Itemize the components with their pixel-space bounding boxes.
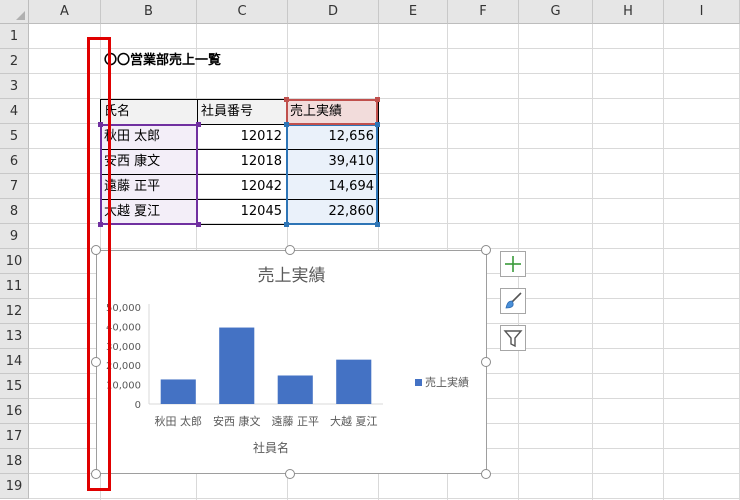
column-header-d[interactable]: D [288,0,379,24]
chart-resize-handle[interactable] [481,469,491,479]
row-header-8[interactable]: 8 [0,199,29,224]
row-header-9[interactable]: 9 [0,224,29,249]
y-tick-label: 10,000 [106,381,141,392]
column-header-h[interactable]: H [593,0,664,24]
select-all-corner[interactable] [0,0,29,24]
range-resize-handle[interactable] [375,122,380,127]
column-header-f[interactable]: F [448,0,519,24]
sheet-title: 〇〇営業部売上一覧 [104,53,222,68]
x-tick-label: 秋田 太郎 [155,414,203,428]
row-header-1[interactable]: 1 [0,24,29,49]
row-header-10[interactable]: 10 [0,249,29,274]
x-axis-title: 社員名 [253,440,289,455]
chart-styles-button[interactable] [500,288,526,314]
plus-icon [505,256,521,272]
gridline-horizontal [29,73,740,74]
row-header-12[interactable]: 12 [0,299,29,324]
range-resize-handle[interactable] [196,222,201,227]
row-header-18[interactable]: 18 [0,449,29,474]
range-resize-handle[interactable] [284,222,289,227]
range-resize-handle[interactable] [196,122,201,127]
x-tick-label: 大越 夏江 [330,414,378,428]
y-tick-label: 20,000 [106,361,141,372]
header-name[interactable]: 氏名 [101,100,198,125]
bar-4[interactable] [336,359,372,404]
row-header-7[interactable]: 7 [0,174,29,199]
cell-employee-id[interactable]: 12042 [198,175,287,200]
gridline-vertical [592,24,593,500]
row-header-15[interactable]: 15 [0,374,29,399]
row-header-3[interactable]: 3 [0,74,29,99]
range-resize-handle[interactable] [375,97,380,102]
range-highlight-sales [286,124,378,225]
bar-3[interactable] [277,375,313,404]
chart-plot-area[interactable]: 0 10,000 20,000 30,000 40,000 50,000 秋田 太郎 安西 康… [97,251,486,473]
row-header-2[interactable]: 2 [0,49,29,74]
row-header-5[interactable]: 5 [0,124,29,149]
range-resize-handle[interactable] [284,122,289,127]
row-header-16[interactable]: 16 [0,399,29,424]
chart-filters-button[interactable] [500,325,526,351]
x-tick-label: 遠藤 正平 [272,415,320,428]
filter-icon [503,330,523,348]
range-resize-handle[interactable] [375,222,380,227]
range-highlight-names [100,124,198,225]
gridline-horizontal [29,498,740,499]
range-highlight-series-name [286,99,378,125]
column-header-g[interactable]: G [519,0,593,24]
row-header-17[interactable]: 17 [0,424,29,449]
chart-object[interactable]: 売上実績 0 10,000 20,000 30,000 40,000 50,000 秋田 太… [96,250,487,474]
chart-resize-handle[interactable] [285,469,295,479]
header-employee-id[interactable]: 社員番号 [198,100,287,125]
brush-icon [505,292,522,309]
row-header-6[interactable]: 6 [0,149,29,174]
range-resize-handle[interactable] [284,97,289,102]
chart-resize-handle[interactable] [481,245,491,255]
column-header-i[interactable]: I [664,0,740,24]
row-header-13[interactable]: 13 [0,324,29,349]
y-tick-label: 40,000 [106,322,141,333]
gridline-horizontal [29,248,740,249]
gridline-vertical [663,24,664,500]
row-header-4[interactable]: 4 [0,99,29,124]
bar-1[interactable] [160,379,196,404]
y-tick-label: 0 [135,400,141,411]
column-header-a[interactable]: A [29,0,101,24]
chart-elements-button[interactable] [500,251,526,277]
cell-employee-id[interactable]: 12018 [198,150,287,175]
column-header-e[interactable]: E [379,0,448,24]
red-highlight-rectangle [87,37,111,491]
cell-employee-id[interactable]: 12045 [198,200,287,225]
y-tick-label: 50,000 [106,303,141,314]
x-tick-label: 安西 康文 [213,414,261,428]
column-header-c[interactable]: C [197,0,288,24]
cell-employee-id[interactable]: 12012 [198,125,287,150]
row-header-11[interactable]: 11 [0,274,29,299]
bar-2[interactable] [219,327,255,404]
legend-label: 売上実績 [425,375,469,389]
y-tick-label: 30,000 [106,342,141,353]
chart-resize-handle[interactable] [285,245,295,255]
legend-swatch [415,379,422,386]
row-header-19[interactable]: 19 [0,474,29,499]
row-header-14[interactable]: 14 [0,349,29,374]
chart-resize-handle[interactable] [481,357,491,367]
column-header-b[interactable]: B [101,0,197,24]
